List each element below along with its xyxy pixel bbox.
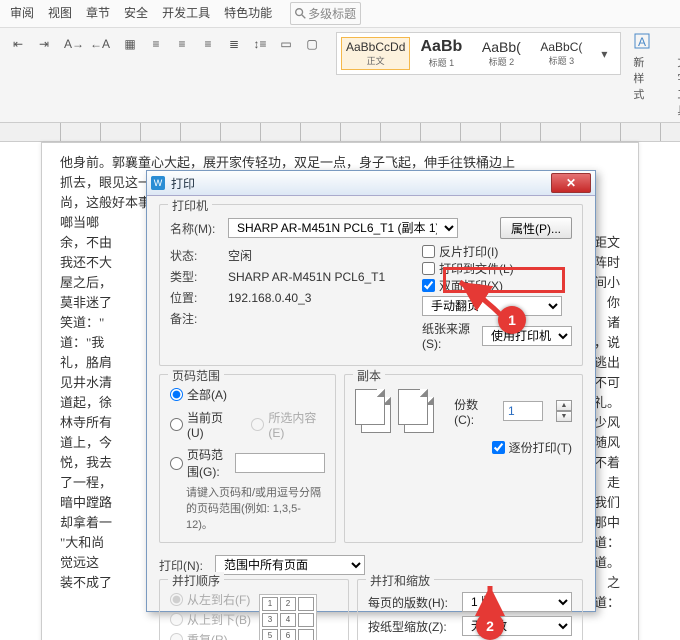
callout-2: 2 (476, 612, 504, 640)
print-what-label: 打印(N): (159, 557, 209, 574)
tab-review[interactable]: 审阅 (10, 2, 34, 25)
range-hint: 请键入页码和/或用逗号分隔的页码范围(例如: 1,3,5-12)。 (186, 484, 325, 532)
borders-button[interactable]: ▦ (118, 32, 142, 56)
order-lr-radio: 从左到右(F) (170, 591, 251, 608)
order-tb-radio: 从上到下(B) (170, 611, 251, 628)
paper-source-select[interactable]: 使用打印机设置 (482, 326, 572, 346)
spin-up[interactable]: ▲ (556, 400, 572, 411)
horizontal-ruler[interactable] (0, 123, 680, 142)
search-placeholder: 多级标题 (308, 3, 356, 24)
range-selection-radio: 所选内容(E) (251, 409, 325, 440)
printer-legend: 打印机 (168, 197, 212, 214)
tab-chapter[interactable]: 章节 (86, 2, 110, 25)
dialog-titlebar[interactable]: W 打印 ✕ (147, 171, 595, 196)
order-preview: 123456 (259, 594, 317, 640)
name-label: 名称(M): (170, 220, 222, 237)
zoom-legend: 并打和缩放 (366, 572, 434, 589)
collate-preview-a (355, 389, 384, 433)
type-label: 类型: (170, 268, 222, 285)
range-legend: 页码范围 (168, 367, 224, 384)
align-justify-button[interactable]: ≣ (222, 32, 246, 56)
shading-button[interactable]: ▭ (274, 32, 298, 56)
ribbon-tabs: 审阅 视图 章节 安全 开发工具 特色功能 多级标题 (0, 0, 680, 28)
tab-view[interactable]: 视图 (48, 2, 72, 25)
duplex-checkbox[interactable]: 双面打印(X) (422, 277, 572, 294)
style-h1[interactable]: AaBb标题 1 (412, 35, 470, 72)
comment-label: 备注: (170, 310, 222, 327)
order-fieldset: 并打顺序 从左到右(F) 从上到下(B) 重复(R) 123456 (159, 579, 349, 640)
align-center-button[interactable]: ≡ (170, 32, 194, 56)
new-style-icon: A (633, 32, 653, 52)
perpage-label: 每页的版数(H): (368, 594, 456, 611)
zoom-fieldset: 并打和缩放 每页的版数(H):1 版 按纸型缩放(Z):无缩放 并打时绘制分隔线… (357, 579, 583, 640)
status-label: 状态: (170, 247, 222, 264)
status-value: 空闲 (228, 247, 252, 264)
align-right-button[interactable]: ≡ (196, 32, 220, 56)
collate-preview-b (398, 389, 427, 433)
style-h2[interactable]: AaBb(标题 2 (472, 36, 530, 71)
scale-label: 按纸型缩放(Z): (368, 618, 456, 635)
pages-input[interactable] (235, 453, 325, 473)
dialog-title: 打印 (171, 175, 551, 192)
close-button[interactable]: ✕ (551, 173, 591, 193)
print-what-select[interactable]: 范围中所有页面 (215, 555, 365, 575)
copies-legend: 副本 (353, 367, 385, 384)
printer-select[interactable]: SHARP AR-M451N PCL6_T1 (副本 1) (228, 218, 458, 238)
print-dialog: W 打印 ✕ 打印机 名称(M): SHARP AR-M451N PCL6_T1… (146, 170, 596, 612)
perpage-select[interactable]: 1 版 (462, 592, 572, 612)
copies-input[interactable] (503, 401, 543, 421)
text-tools-button[interactable]: 文 文字工具 (671, 32, 680, 118)
order-legend: 并打顺序 (168, 572, 224, 589)
ltr-button[interactable]: A→ (62, 32, 86, 56)
print-to-file-checkbox[interactable]: 打印到文件(L) (422, 260, 572, 277)
duplex-mode-select[interactable]: 手动翻页 (422, 296, 562, 316)
ribbon-search[interactable]: 多级标题 (290, 2, 361, 25)
source-label: 纸张来源(S): (422, 320, 476, 351)
svg-text:A: A (638, 35, 646, 49)
range-fieldset: 页码范围 全部(A) 当前页(U) 所选内容(E) 页码范围(G): 请键入页码… (159, 374, 336, 543)
collate-checkbox[interactable]: 逐份打印(T) (355, 439, 572, 456)
style-h3[interactable]: AaBbC(标题 3 (532, 37, 590, 70)
align-left-button[interactable]: ≡ (144, 32, 168, 56)
spin-down[interactable]: ▼ (556, 411, 572, 422)
tab-devtools[interactable]: 开发工具 (162, 2, 210, 25)
order-rep-radio: 重复(R) (170, 631, 251, 640)
style-body[interactable]: AaBbCcDd正文 (341, 37, 410, 70)
style-gallery[interactable]: AaBbCcDd正文 AaBb标题 1 AaBb(标题 2 AaBbC(标题 3… (336, 32, 621, 75)
callout-1: 1 (498, 306, 526, 334)
indent-right-button[interactable]: ⇥ (32, 32, 56, 56)
range-current-radio[interactable]: 当前页(U) (170, 409, 233, 440)
where-value: 192.168.0.40_3 (228, 291, 311, 305)
printer-fieldset: 打印机 名称(M): SHARP AR-M451N PCL6_T1 (副本 1)… (159, 204, 583, 366)
type-value: SHARP AR-M451N PCL6_T1 (228, 270, 385, 284)
reverse-checkbox[interactable]: 反片打印(I) (422, 243, 572, 260)
copies-label: 份数(C): (454, 396, 489, 427)
tab-security[interactable]: 安全 (124, 2, 148, 25)
search-icon (295, 8, 306, 19)
range-all-radio[interactable]: 全部(A) (170, 386, 325, 403)
rtl-button[interactable]: ←A (88, 32, 112, 56)
where-label: 位置: (170, 289, 222, 306)
ribbon-toolbar: ⇤ ⇥ A→ ←A ▦ ≡ ≡ ≡ ≣ ↕≡ ▭ ▢ AaBbCcDd正文 Aa… (0, 28, 680, 123)
wps-icon: W (151, 176, 165, 190)
copies-fieldset: 副本 份数(C): ▲▼ 逐份打印(T) (344, 374, 583, 543)
range-pages-radio[interactable]: 页码范围(G): (170, 446, 325, 480)
tab-features[interactable]: 特色功能 (224, 2, 272, 25)
copies-spinner[interactable]: ▲▼ (556, 400, 572, 422)
indent-left-button[interactable]: ⇤ (6, 32, 30, 56)
style-more-button[interactable]: ▾ (592, 42, 616, 66)
line-spacing-button[interactable]: ↕≡ (248, 32, 272, 56)
properties-button[interactable]: 属性(P)... (500, 217, 572, 239)
border-button[interactable]: ▢ (300, 32, 324, 56)
new-style-button[interactable]: A 新样式 (627, 32, 659, 102)
